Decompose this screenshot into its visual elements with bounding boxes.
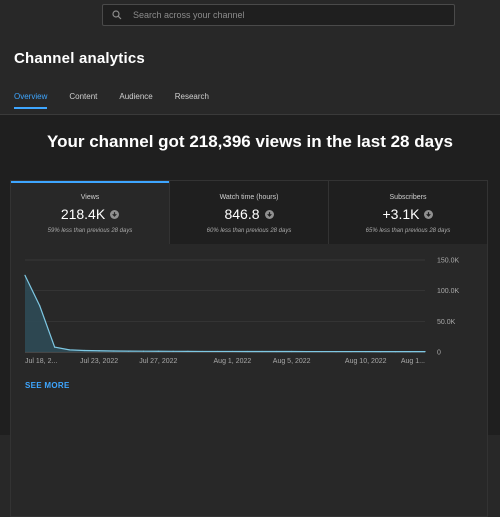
metric-tabs: Views 218.4K 59% less than previous 28 d…	[11, 181, 487, 244]
y-tick-label: 100.0K	[437, 288, 460, 295]
metric-views[interactable]: Views 218.4K 59% less than previous 28 d…	[11, 181, 169, 244]
metric-label: Subscribers	[389, 194, 427, 201]
metric-value: 846.8	[224, 206, 260, 222]
data-point	[39, 305, 41, 307]
page-header: Channel analytics Overview Content Audie…	[0, 32, 500, 115]
metric-label: Watch time (hours)	[219, 194, 279, 201]
x-tick-label: Aug 5, 2022	[273, 358, 311, 365]
search-input[interactable]	[131, 9, 435, 21]
data-point	[320, 350, 322, 353]
data-point	[24, 274, 26, 276]
data-point	[350, 350, 352, 353]
data-point	[305, 350, 308, 353]
tab-content[interactable]: Content	[69, 92, 97, 109]
data-point	[424, 351, 426, 353]
y-tick-label: 0	[437, 350, 441, 357]
metric-label: Views	[80, 194, 100, 201]
data-point	[365, 350, 367, 353]
overview-panel: Your channel got 218,396 views in the la…	[0, 115, 500, 517]
down-arrow-icon	[110, 209, 120, 219]
x-tick-label: Jul 18, 2...	[25, 358, 57, 365]
data-point	[172, 350, 174, 352]
tab-audience[interactable]: Audience	[119, 92, 152, 109]
data-point	[54, 346, 56, 348]
data-point	[216, 350, 219, 353]
metric-note: 65% less than previous 28 days	[365, 228, 451, 234]
down-arrow-icon	[264, 209, 274, 219]
metric-value: +3.1K	[382, 206, 420, 222]
see-more-link[interactable]: SEE MORE	[25, 381, 70, 390]
x-tick-label: Jul 27, 2022	[139, 358, 177, 365]
page-title: Channel analytics	[14, 50, 145, 67]
x-tick-label: Jul 23, 2022	[80, 358, 118, 365]
data-point	[409, 351, 411, 353]
views-line	[24, 275, 425, 353]
data-point	[187, 350, 189, 352]
data-point	[157, 350, 159, 352]
top-bar	[0, 0, 500, 32]
data-point	[231, 350, 234, 353]
y-tick-label: 150.0K	[437, 258, 460, 265]
metrics-card: Views 218.4K 59% less than previous 28 d…	[10, 180, 488, 517]
data-point	[246, 350, 248, 353]
metric-value-row: 846.8	[170, 206, 328, 222]
metric-value: 218.4K	[60, 206, 106, 222]
data-point	[128, 350, 130, 352]
x-tick-label: Aug 1, 2022	[214, 358, 252, 365]
data-point	[202, 350, 204, 353]
tab-research[interactable]: Research	[175, 92, 209, 109]
down-arrow-icon	[424, 209, 434, 219]
tab-bar: Overview Content Audience Research	[14, 92, 231, 109]
metric-watch-time[interactable]: Watch time (hours) 846.8 60% less than p…	[169, 181, 328, 244]
views-area	[25, 275, 425, 352]
data-point	[291, 350, 293, 353]
data-point	[142, 350, 145, 352]
search-icon[interactable]	[103, 10, 131, 20]
data-point	[379, 351, 382, 353]
metric-value-row: 218.4K	[11, 206, 169, 222]
y-tick-label: 50.0K	[437, 319, 456, 326]
metric-note: 59% less than previous 28 days	[47, 228, 133, 234]
metric-subscribers[interactable]: Subscribers +3.1K 65% less than previous…	[328, 181, 487, 244]
x-tick-label: Aug 10, 2022	[345, 358, 387, 365]
data-point	[68, 349, 71, 351]
data-point	[113, 350, 115, 352]
search-box[interactable]	[102, 4, 455, 26]
data-point	[335, 350, 337, 353]
x-tick-label: Aug 1...	[401, 358, 425, 365]
data-point	[261, 350, 263, 353]
data-point	[394, 351, 396, 353]
tab-overview[interactable]: Overview	[14, 92, 48, 109]
data-point	[276, 350, 278, 353]
views-chart: 150.0K 100.0K 50.0K 0 Jul 18, 2... Jul 23, 20…	[24, 258, 460, 365]
views-headline: Your channel got 218,396 views in the la…	[47, 132, 453, 151]
metric-value-row: +3.1K	[329, 206, 487, 222]
data-point	[83, 349, 85, 352]
metric-note: 60% less than previous 28 days	[206, 228, 292, 234]
data-point	[98, 350, 100, 352]
